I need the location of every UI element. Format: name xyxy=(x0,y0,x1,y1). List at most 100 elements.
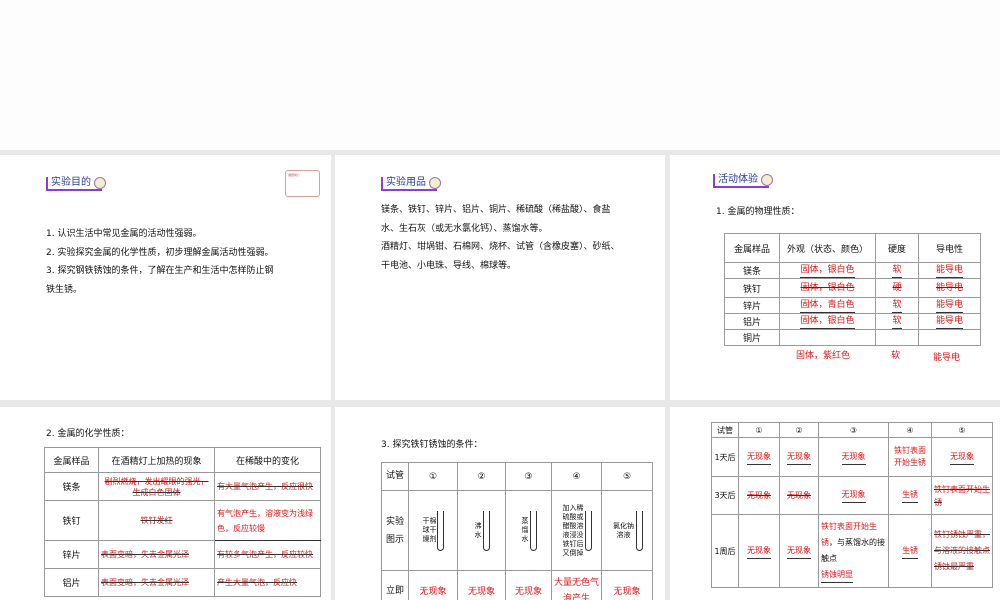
answer: 表面变暗，失去金属光泽 xyxy=(98,568,215,597)
observation: 无现象 xyxy=(841,488,866,503)
col-header: ④ xyxy=(888,422,932,438)
cell: 镁条 xyxy=(44,472,99,501)
col-header: 硬度 xyxy=(875,233,919,263)
rust-setup-table: 试管 ① ② ③ ④ ⑤ 实验图示 干棉球干燥剂 沸水 蒸馏水 加入稀硫酸或醋酸溶液浸没铁… xyxy=(381,462,653,600)
answer: 有较多气泡产生，反应较快 xyxy=(214,540,321,569)
cell: 铜片 xyxy=(724,329,780,346)
heading-text: 实验用品 xyxy=(386,177,426,188)
slide-heading: 活动体验 xyxy=(713,174,773,188)
answer: 固体，银白色 xyxy=(800,263,855,278)
answer: 表面变暗，失去金属光泽 xyxy=(98,540,215,569)
slide-4[interactable]: 2. 金属的化学性质： 金属样品 在酒精灯上加热的现象 在稀酸中的变化 镁条 剧烈燃烧… xyxy=(0,407,331,600)
answer: 软 xyxy=(891,351,901,361)
rust-results-table: 试管 ① ② ③ ④ ⑤ 1天后 无现象 无现象 无现象 铁钉表面开始生锈 无现象 3天后 无现象 无现… xyxy=(711,422,993,588)
answer: 固体，紫红色 xyxy=(796,351,851,361)
slide-1[interactable]: 实验目的 课题简介 1. 认识生活中常见金属的活动性强弱。 2. 实验探究金属的… xyxy=(0,155,331,400)
stamp-text: 课题简介 xyxy=(288,173,301,177)
observation: 无现象 xyxy=(601,570,653,600)
observation: 无现象 xyxy=(747,544,771,559)
answer: 软 xyxy=(892,263,902,278)
table-row: 镁条 剧烈燃烧，发出耀眼的强光，生成白色固体 有大量气泡产生，反应很快 xyxy=(44,472,321,501)
observation: 无现象 xyxy=(505,570,552,600)
slide-heading: 实验目的 xyxy=(46,177,106,191)
observation: 无现象 xyxy=(950,450,974,465)
cell: 锌片 xyxy=(724,297,780,314)
slide-heading: 实验用品 xyxy=(381,177,441,191)
col-header: ② xyxy=(779,422,819,438)
cell: 铝片 xyxy=(44,568,99,597)
col-header: 在稀酸中的变化 xyxy=(214,447,321,473)
table-row: 锌片 固体，青白色 软 能导电 xyxy=(724,297,981,314)
observation: 无现象 xyxy=(787,544,811,559)
observation: 铁钉锈蚀严重，与溶液的接触点锈蚀最严重 xyxy=(931,514,993,588)
col-header: ⑤ xyxy=(931,422,993,438)
tube-label: 蒸馏水 xyxy=(521,517,529,543)
table-row: 铝片 表面变暗，失去金属光泽 产生大量气泡，反应快 xyxy=(44,568,321,597)
slide-6[interactable]: 试管 ① ② ③ ④ ⑤ 1天后 无现象 无现象 无现象 铁钉表面开始生锈 无现象 3天后 无现象 无现… xyxy=(670,407,1000,600)
intro-stamp: 课题简介 xyxy=(285,170,320,197)
observation: 铁钉表面开始生锈 xyxy=(888,437,932,477)
row-label: 立即 xyxy=(381,570,409,600)
answer: 能导电 xyxy=(933,353,961,363)
col-header: 导电性 xyxy=(918,233,981,263)
test-tube-icon xyxy=(530,510,537,551)
observation: 无现象 xyxy=(747,490,771,500)
row-label: 1天后 xyxy=(711,437,739,477)
answer: 有大量气泡产生，反应很快 xyxy=(214,472,321,501)
book-icon xyxy=(761,174,773,186)
observation: 无现象 xyxy=(408,570,458,600)
cell: 铝片 xyxy=(724,313,780,330)
slide-sorter: 实验目的 课题简介 1. 认识生活中常见金属的活动性强弱。 2. 实验探究金属的… xyxy=(0,150,1000,600)
col-header: ⑤ xyxy=(601,462,653,491)
col-header: 外观（状态、颜色） xyxy=(779,233,876,263)
col-header: ③ xyxy=(818,422,889,438)
table-row: 1周后 无现象 无现象 铁钉表面开始生锈，与蒸馏水的接触点 锈蚀明显 生锈 铁钉锈蚀严重，与… xyxy=(711,514,993,588)
table-row: 实验图示 干棉球干燥剂 沸水 蒸馏水 加入稀硫酸或醋酸溶液浸没铁钉后又倒掉 氯化… xyxy=(381,490,653,571)
slide-3[interactable]: 活动体验 1. 金属的物理性质： 金属样品 外观（状态、颜色） 硬度 导电性 镁条 固体… xyxy=(670,155,1000,400)
observation: 无现象 xyxy=(457,570,506,600)
col-header: ① xyxy=(408,462,458,491)
materials-line: 酒精灯、坩埚钳、石棉网、烧杯、试管（含橡皮塞）、砂纸、 xyxy=(381,242,620,252)
materials-line: 水、生石灰（或无水氯化钙）、蒸馏水等。 xyxy=(381,223,548,234)
table-row: 铁钉 铁钉发红 有气泡产生，溶液变为浅绿色，反应较慢 xyxy=(44,500,321,541)
row-label: 1周后 xyxy=(711,514,739,588)
test-tube-icon xyxy=(483,510,490,551)
answer: 固体，青白色 xyxy=(800,298,855,313)
objective-line: 2. 实验探究金属的化学性质，初步理解金属活动性强弱。 xyxy=(46,247,274,258)
slide-2[interactable]: 实验用品 镁条、铁钉、锌片、铝片、铜片、稀硫酸（稀盐酸）、食盐 水、生石灰（或无… xyxy=(335,155,665,400)
table-row: 铝片 固体，银白色 软 能导电 xyxy=(724,313,981,330)
answer: 固体，银白色 xyxy=(800,283,855,293)
book-icon xyxy=(94,177,106,189)
observation: 无现象 xyxy=(787,490,811,500)
table-row: 铜片 xyxy=(724,329,981,346)
tube-label: 干棉球干燥剂 xyxy=(422,517,437,543)
answer: 产生大量气泡，反应快 xyxy=(214,568,321,597)
col-header: 在酒精灯上加热的现象 xyxy=(98,447,215,473)
observation: 无现象 xyxy=(841,450,866,465)
slide-5[interactable]: 3. 探究铁钉锈蚀的条件： 试管 ① ② ③ ④ ⑤ 实验图示 干棉球干燥剂 沸水 蒸馏水… xyxy=(335,407,665,600)
answer: 能导电 xyxy=(935,314,963,329)
cell: 镁条 xyxy=(724,262,780,279)
materials-line: 镁条、铁钉、锌片、铝片、铜片、稀硫酸（稀盐酸）、食盐 xyxy=(381,205,611,215)
cell: 铁钉 xyxy=(44,500,99,541)
row-label: 3天后 xyxy=(711,476,739,515)
col-header: 试管 xyxy=(381,462,409,491)
table-row: 锌片 表面变暗，失去金属光泽 有较多气泡产生，反应较快 xyxy=(44,540,321,569)
answer: 硬 xyxy=(892,283,902,293)
tube-label: 沸水 xyxy=(474,521,482,539)
table-row: 1天后 无现象 无现象 无现象 铁钉表面开始生锈 无现象 xyxy=(711,437,993,477)
cell: 铁钉 xyxy=(724,278,780,298)
table-row: 镁条 固体，银白色 软 能导电 xyxy=(724,262,981,279)
col-header: 金属样品 xyxy=(44,447,99,473)
chemical-properties-table: 金属样品 在酒精灯上加热的现象 在稀酸中的变化 镁条 剧烈燃烧，发出耀眼的强光，生成白… xyxy=(44,447,321,597)
objective-line: 1. 认识生活中常见金属的活动性强弱。 xyxy=(46,229,202,239)
observation: 铁钉表面开始生锈 xyxy=(931,476,993,515)
test-tube-icon xyxy=(436,510,444,551)
answer: 能导电 xyxy=(935,263,963,278)
objective-line: 铁生锈。 xyxy=(46,284,83,295)
col-header: 试管 xyxy=(711,422,739,438)
answer: 剧烈燃烧，发出耀眼的强光，生成白色固体 xyxy=(98,472,215,501)
heading-text: 实验目的 xyxy=(51,177,91,188)
physical-properties-table: 金属样品 外观（状态、颜色） 硬度 导电性 镁条 固体，银白色软能导电 铁钉 固体，银白色… xyxy=(724,233,981,346)
section-title: 1. 金属的物理性质： xyxy=(716,207,800,217)
